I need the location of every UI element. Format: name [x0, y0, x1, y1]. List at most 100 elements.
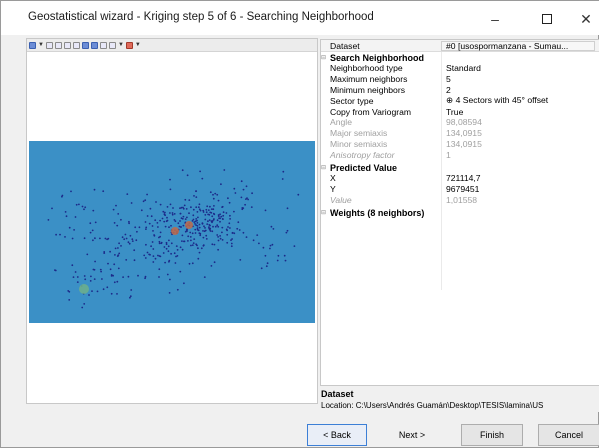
back-extent-icon[interactable] [81, 41, 89, 49]
property-value: 721114,7 [446, 173, 481, 184]
collapse-icon[interactable]: ⊟ [321, 209, 326, 216]
sample-point [152, 230, 154, 232]
sample-point [74, 271, 77, 273]
pan-icon[interactable] [63, 41, 71, 49]
sample-point [231, 231, 234, 234]
sample-point [92, 239, 94, 242]
sample-point [195, 196, 198, 198]
sample-point [195, 190, 198, 192]
sample-point [221, 226, 224, 229]
dataset-row[interactable]: Dataset #0 [usospormanzana - Sumau... [321, 40, 599, 52]
sample-point [161, 217, 164, 220]
section-header[interactable]: ⊟ Search Neighborhood [321, 52, 599, 63]
property-label: Minimum neighbors [330, 84, 405, 95]
sample-point [120, 218, 122, 221]
sample-point [148, 253, 150, 256]
sample-point [99, 237, 101, 240]
sample-point [197, 216, 199, 219]
chevron-down-icon[interactable]: ▼ [135, 42, 141, 49]
close-button[interactable]: ✕ [566, 7, 599, 31]
sample-point [91, 229, 94, 232]
sample-point [81, 306, 84, 309]
property-value: 2 [446, 84, 451, 95]
next-button[interactable]: Next > [382, 424, 442, 446]
sample-point [155, 201, 157, 203]
sample-point [187, 240, 189, 242]
section-header[interactable]: ⊟ Weights (8 neighbors) [321, 207, 599, 218]
property-row[interactable]: Sector type ⊕ 4 Sectors with 45° offset [321, 95, 599, 106]
sample-point [133, 259, 136, 262]
map-canvas[interactable] [29, 141, 315, 323]
sample-point [182, 207, 185, 210]
sample-point [194, 223, 196, 225]
property-row[interactable]: Copy from Variogram True [321, 106, 599, 117]
cancel-button[interactable]: Cancel [538, 424, 599, 446]
identify-icon[interactable] [125, 41, 133, 49]
neighbor-marker [171, 227, 179, 235]
neighbor-marker [79, 284, 89, 294]
section-header[interactable]: ⊟ Predicted Value [321, 162, 599, 173]
sample-point [116, 224, 119, 227]
property-value: 1 [446, 149, 451, 160]
sample-point [93, 188, 96, 191]
chevron-down-icon[interactable]: ▼ [38, 42, 44, 49]
zoom-out-icon[interactable] [54, 41, 62, 49]
sample-point [54, 269, 56, 271]
sample-point [158, 268, 161, 271]
map-preview-panel: ▼ ▼ ▼ [26, 38, 318, 404]
sample-point [117, 247, 119, 249]
full-extent-icon[interactable] [72, 41, 80, 49]
sample-point [133, 249, 136, 252]
sample-point [106, 238, 108, 241]
sample-point [221, 218, 224, 220]
maximize-button[interactable] [527, 7, 567, 31]
zoom-in-icon[interactable] [45, 41, 53, 49]
sample-point [228, 222, 231, 225]
sample-point [204, 218, 207, 221]
sample-point [110, 292, 113, 295]
back-button[interactable]: < Back [307, 424, 367, 446]
sample-point [179, 270, 182, 273]
sample-point [202, 244, 205, 247]
sample-point [251, 192, 254, 195]
sample-point [204, 214, 207, 216]
sample-point [118, 252, 121, 255]
sample-point [227, 197, 229, 200]
finish-button[interactable]: Finish [461, 424, 523, 446]
sample-point [228, 201, 231, 204]
sample-point [262, 246, 265, 249]
sample-point [146, 215, 149, 217]
sample-point [197, 247, 199, 250]
info-title: Dataset [321, 389, 354, 399]
sample-point [118, 242, 120, 245]
collapse-icon[interactable]: ⊟ [321, 164, 326, 171]
legend-icon[interactable] [108, 41, 116, 49]
sample-point [137, 274, 139, 277]
sample-point [144, 199, 147, 202]
table-icon[interactable] [99, 41, 107, 49]
sample-point [219, 237, 222, 240]
sample-point [216, 224, 219, 227]
sample-point [123, 238, 126, 241]
property-row[interactable]: X 721114,7 [321, 173, 599, 184]
chevron-down-icon[interactable]: ▼ [118, 42, 124, 49]
dataset-label: Dataset [330, 40, 360, 51]
forward-extent-icon[interactable] [90, 41, 98, 49]
sample-point [199, 234, 202, 237]
sample-point [188, 212, 190, 215]
sample-point [166, 206, 169, 208]
layer-icon[interactable] [29, 41, 36, 49]
sample-point [114, 247, 117, 250]
sample-point [229, 218, 232, 220]
property-row[interactable]: Neighborhood type Standard [321, 63, 599, 74]
property-row[interactable]: Y 9679451 [321, 184, 599, 195]
property-row[interactable]: Minimum neighbors 2 [321, 84, 599, 95]
property-row[interactable]: Maximum neighbors 5 [321, 74, 599, 85]
collapse-icon[interactable]: ⊟ [321, 54, 326, 61]
minimize-button[interactable]: – [475, 7, 515, 31]
sample-point [125, 237, 128, 240]
sample-point [186, 174, 189, 177]
sample-point [180, 206, 183, 209]
property-label: Maximum neighbors [330, 74, 408, 85]
sample-point [81, 205, 84, 208]
